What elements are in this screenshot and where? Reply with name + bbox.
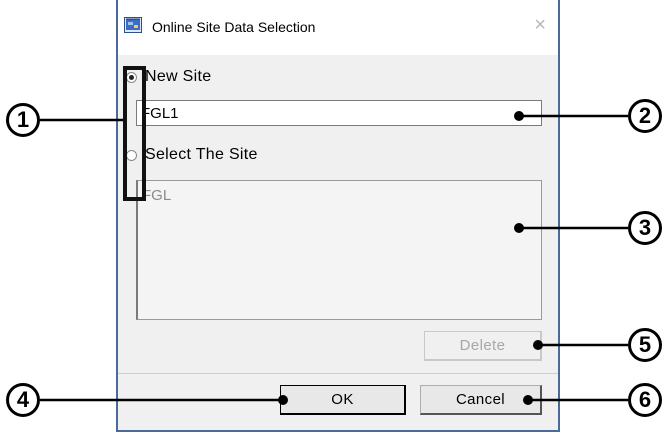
callout-3: 3 <box>628 211 662 245</box>
radio-checked-icon[interactable] <box>126 71 137 83</box>
new-site-radio[interactable]: New Site <box>126 68 211 86</box>
site-list[interactable]: FGL <box>136 180 542 320</box>
callout-2: 2 <box>628 99 662 133</box>
callout-5: 5 <box>628 328 662 362</box>
window-title: Online Site Data Selection <box>152 19 316 35</box>
site-name-input[interactable] <box>136 100 542 126</box>
callout-6: 6 <box>628 383 662 417</box>
title-bar: Online Site Data Selection × <box>118 0 558 55</box>
site-selection-dialog: Online Site Data Selection × New Site Se… <box>116 0 560 432</box>
app-window-icon <box>124 17 142 33</box>
close-icon[interactable]: × <box>534 14 546 37</box>
ok-button[interactable]: OK <box>280 385 406 415</box>
dialog-client-area: New Site Select The Site FGL Delete OK C… <box>118 55 558 430</box>
select-site-radio[interactable]: Select The Site <box>126 146 258 164</box>
select-site-label: Select The Site <box>145 146 258 163</box>
new-site-label: New Site <box>145 68 212 85</box>
callout-1: 1 <box>6 103 40 137</box>
callout-4: 4 <box>6 383 40 417</box>
delete-button[interactable]: Delete <box>424 331 542 361</box>
cancel-button[interactable]: Cancel <box>420 385 542 415</box>
list-item[interactable]: FGL <box>138 181 541 210</box>
radio-unchecked-icon[interactable] <box>126 149 137 161</box>
divider <box>118 373 558 374</box>
